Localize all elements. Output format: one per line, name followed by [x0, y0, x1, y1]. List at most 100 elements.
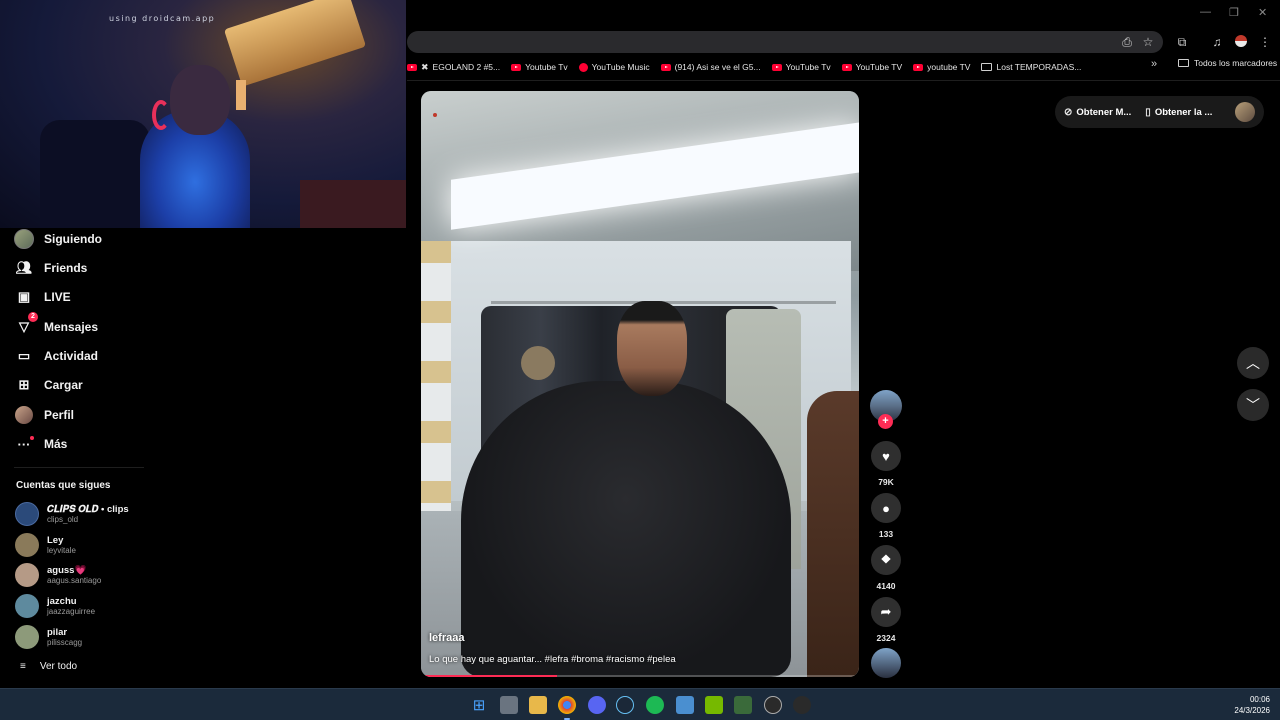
bookmark-item[interactable]: YouTube TV	[841, 62, 902, 72]
followed-account[interactable]: aguss💗 aagus.santiago	[15, 563, 101, 587]
video-author[interactable]: lefraaa	[429, 632, 464, 644]
extensions-icon[interactable]: ⧉	[1175, 35, 1189, 49]
webcam-chair	[40, 120, 150, 228]
see-all-button[interactable]: ≡ Ver todo	[20, 661, 77, 672]
share-action[interactable]: ➦ 2324	[870, 597, 902, 643]
followed-account[interactable]: 𝑪𝑳𝑰𝑷𝑺 𝑶𝑳𝑫 • clips clips_old	[15, 502, 129, 526]
webcam-lamp-stand	[236, 80, 246, 110]
sidebar-item-friends[interactable]: 👥︎ Friends	[14, 258, 88, 278]
sidebar-item-more[interactable]: ··· Más	[14, 434, 67, 454]
account-name: pilar	[47, 626, 68, 638]
messages-icon: ▽ 2	[14, 312, 38, 337]
account-handle: jaazzaguirree	[47, 606, 96, 616]
sidebar-item-live[interactable]: ▣ LIVE	[14, 287, 71, 307]
nvidia-icon[interactable]	[705, 696, 723, 714]
like-action[interactable]: ♥ 79K	[870, 441, 902, 487]
profile-icon[interactable]	[1234, 35, 1248, 49]
video-player[interactable]: lefraaa Lo que hay que aguantar... #lefr…	[421, 91, 859, 677]
share-icon[interactable]: ➦	[871, 597, 901, 627]
account-name: jazchu	[47, 595, 77, 607]
close-button[interactable]: ✕	[1258, 6, 1267, 19]
youtube-icon	[841, 63, 852, 71]
bookmark-item[interactable]: YouTube Tv	[771, 62, 831, 72]
obs-icon[interactable]	[764, 696, 782, 714]
task-view-icon[interactable]	[500, 696, 518, 714]
followed-account[interactable]: jazchu jaazzaguirree	[15, 594, 95, 618]
install-app-icon[interactable]: ⎙	[1120, 35, 1134, 49]
chevron-up-icon[interactable]: ︿	[1237, 347, 1269, 379]
webcam-overlay: using droidcam.app	[0, 0, 406, 228]
bookmark-label: YouTube Music	[591, 62, 650, 72]
messages-badge: 2	[28, 312, 38, 322]
bookmark-label: YouTube Tv	[785, 62, 831, 72]
browser-menu-icon[interactable]: ⋮	[1258, 35, 1272, 49]
youtube-icon	[511, 63, 522, 71]
all-bookmarks-label: Todos los marcadores	[1194, 58, 1278, 68]
restore-button[interactable]: ❐	[1229, 6, 1239, 19]
media-controls-icon[interactable]: ♫	[1210, 35, 1224, 49]
get-coins-button[interactable]: ⊘ Obtener M...	[1064, 107, 1131, 118]
video-background-person	[521, 346, 555, 380]
bookmark-item[interactable]: (914) Asi se ve el G5...	[660, 62, 761, 72]
video-guard	[807, 391, 859, 677]
chevron-down-icon[interactable]: ﹀	[1237, 389, 1269, 421]
bookmark-item[interactable]: Lost TEMPORADAS...	[981, 62, 1081, 72]
get-app-button[interactable]: ▯ Obtener la ...	[1145, 107, 1212, 118]
sidebar-item-upload[interactable]: ⊞ Cargar	[14, 375, 83, 395]
bookmark-star-icon[interactable]: ☆	[1141, 35, 1155, 49]
bookmark-label: EGOLAND 2 #5...	[432, 62, 501, 72]
heart-icon[interactable]: ♥	[871, 441, 901, 471]
sidebar-item-messages[interactable]: ▽ 2 Mensajes	[14, 312, 98, 337]
address-bar[interactable]	[407, 31, 1163, 53]
webcam-person-head	[170, 65, 230, 135]
music-disc-icon[interactable]	[871, 648, 901, 678]
screen: using droidcam.app — ❐ ✕ ⎙ ☆ ⧉ ♫ ⋮ ✖ EGO…	[0, 0, 1280, 720]
followed-account[interactable]: Ley leyvitale	[15, 533, 76, 557]
followed-account[interactable]: pilar pilisscagg	[15, 625, 82, 649]
comment-icon[interactable]: ●	[871, 493, 901, 523]
live-tv-icon: ▣	[17, 289, 31, 304]
app-icon[interactable]	[793, 696, 811, 714]
user-avatar[interactable]	[1235, 102, 1255, 122]
notification-dot	[30, 436, 34, 440]
bookmark-item[interactable]: youtube TV	[913, 62, 970, 72]
bookmarks-bar: ✖ EGOLAND 2 #5... Youtube Tv YouTube Mus…	[407, 58, 1280, 76]
steam-icon[interactable]	[616, 696, 634, 714]
bookmark-item[interactable]: YouTube Music	[578, 62, 650, 72]
spotify-icon[interactable]	[646, 696, 664, 714]
account-name: Ley	[47, 534, 64, 546]
save-action[interactable]: ⯁ 4140	[870, 545, 902, 591]
sidebar-item-label: LIVE	[44, 290, 71, 304]
top-actions-pill: ⊘ Obtener M... ▯ Obtener la ...	[1055, 96, 1264, 128]
avatar	[15, 502, 39, 526]
chrome-icon[interactable]	[558, 696, 576, 714]
comment-action[interactable]: ● 133	[870, 493, 902, 539]
windows-start-icon[interactable]: ⊞	[470, 696, 488, 714]
account-info: Ley leyvitale	[47, 535, 76, 556]
bookmark-icon[interactable]: ⯁	[871, 545, 901, 575]
notepad-icon[interactable]	[676, 696, 694, 714]
all-bookmarks-button[interactable]: Todos los marcadores	[1178, 58, 1277, 68]
share-count: 2324	[876, 633, 896, 643]
follow-plus-icon[interactable]: +	[878, 414, 893, 429]
more-bookmarks-button[interactable]: »	[1151, 58, 1157, 70]
get-coins-label: Obtener M...	[1076, 106, 1132, 118]
save-count: 4140	[876, 581, 896, 591]
sidebar-item-following[interactable]: Siguiendo	[14, 229, 102, 249]
activity-icon: ▭	[17, 348, 31, 363]
game-icon[interactable]	[734, 696, 752, 714]
account-name: aguss💗	[47, 564, 87, 576]
bookmark-item[interactable]: Youtube Tv	[511, 62, 568, 72]
discord-icon[interactable]	[588, 696, 606, 714]
video-subject	[461, 381, 791, 677]
sidebar-item-activity[interactable]: ▭ Actividad	[14, 346, 98, 366]
system-clock[interactable]: 00:06 24/3/2026	[1234, 694, 1270, 716]
video-progress-bar[interactable]	[421, 675, 859, 677]
bookmark-item[interactable]: ✖ EGOLAND 2 #5...	[407, 62, 500, 73]
toolbar-divider	[407, 80, 1280, 81]
minimize-button[interactable]: —	[1200, 6, 1211, 18]
file-explorer-icon[interactable]	[529, 696, 547, 714]
sidebar-item-label: Siguiendo	[44, 232, 102, 246]
sidebar-item-profile[interactable]: Perfil	[14, 405, 74, 425]
bookmark-label: Youtube Tv	[525, 62, 568, 72]
